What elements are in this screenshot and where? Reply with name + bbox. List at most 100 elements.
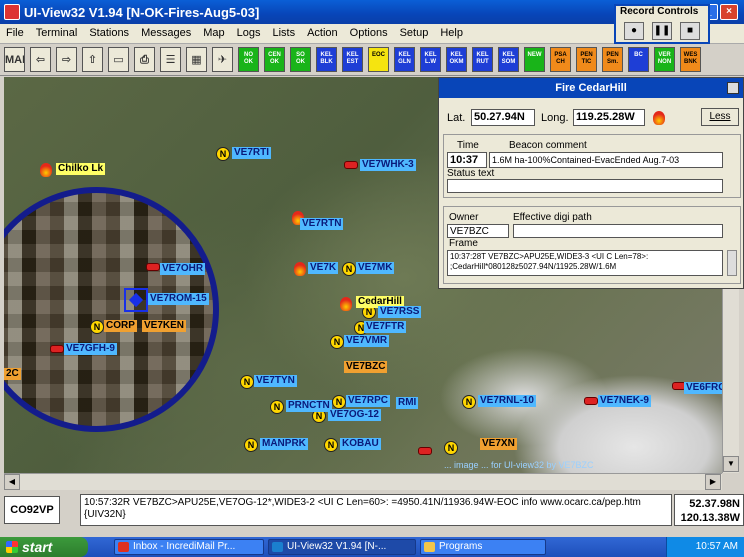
station-label[interactable]: CORP [104, 320, 137, 332]
lat-field[interactable]: 50.27.94N [471, 109, 535, 126]
menu-item-messages[interactable]: Messages [135, 24, 197, 39]
toolbar-button-14[interactable]: EOC [368, 47, 389, 72]
toolbar-button-8[interactable]: ✈ [212, 47, 233, 72]
station-label[interactable]: VE7KEN [142, 320, 187, 332]
toolbar-button-10[interactable]: CEN OK [264, 47, 285, 72]
toolbar-button-6[interactable]: ☰ [160, 47, 181, 72]
toolbar-button-22[interactable]: PEN TIC [576, 47, 597, 72]
station-label[interactable]: KOBAU [340, 438, 381, 450]
menu-item-map[interactable]: Map [197, 24, 230, 39]
toolbar-button-21[interactable]: PSA CH [550, 47, 571, 72]
toolbar-button-3[interactable]: ⇧ [82, 47, 103, 72]
digipeater-icon[interactable]: N [332, 395, 346, 409]
scroll-left-icon[interactable]: ◀ [4, 474, 20, 490]
car-icon[interactable] [146, 263, 160, 271]
menu-item-logs[interactable]: Logs [231, 24, 267, 39]
station-label[interactable]: 2C [4, 368, 21, 380]
menu-item-terminal[interactable]: Terminal [30, 24, 84, 39]
owner-field[interactable]: VE7BZC [447, 224, 509, 238]
station-label[interactable]: VE7WHK-3 [360, 159, 416, 171]
app-icon[interactable] [4, 4, 20, 20]
station-label[interactable]: MANPRK [260, 438, 308, 450]
fire-icon[interactable] [340, 297, 352, 311]
station-label[interactable]: PRNCTN [286, 400, 332, 412]
digipeater-icon[interactable]: N [270, 400, 284, 414]
digipeater-icon[interactable]: N [216, 147, 230, 161]
station-label[interactable]: VE7FTR [364, 321, 407, 333]
digipeater-icon[interactable]: N [330, 335, 344, 349]
station-label[interactable]: VE7MK [356, 262, 395, 274]
station-label[interactable]: VE7ROM-15 [148, 293, 209, 305]
toolbar-button-15[interactable]: KEL GLN [394, 47, 415, 72]
frame-field[interactable]: 10:37:28T VE7BZC>APU25E,WIDE3-3 <UI C Le… [447, 250, 723, 276]
status-text-field[interactable] [447, 179, 723, 193]
station-label[interactable]: VE6FRC [684, 382, 722, 394]
taskbar-item-uiview32[interactable]: UI-View32 V1.94 [N-... [268, 539, 416, 555]
toolbar-button-19[interactable]: KEL SOM [498, 47, 519, 72]
record-icon[interactable]: ● [624, 22, 644, 40]
toolbar-button-5[interactable]: ⎙ [134, 47, 155, 72]
close-icon[interactable]: × [720, 4, 738, 20]
station-label[interactable]: VE7TYN [254, 375, 297, 387]
station-label[interactable]: VE7VMR [344, 335, 390, 347]
less-button[interactable]: Less [701, 108, 739, 126]
toolbar-button-12[interactable]: KEL BLK [316, 47, 337, 72]
menu-item-lists[interactable]: Lists [266, 24, 301, 39]
long-field[interactable]: 119.25.28W [573, 109, 645, 126]
toolbar-button-20[interactable]: NEW [524, 47, 545, 72]
menu-item-file[interactable]: File [0, 24, 30, 39]
pause-icon[interactable]: ❚❚ [652, 22, 672, 40]
station-label[interactable]: VE7XN [480, 438, 517, 450]
fire-icon[interactable] [40, 163, 52, 177]
start-button[interactable]: start [0, 537, 88, 557]
station-label[interactable]: Chilko Lk [56, 163, 106, 175]
toolbar-button-2[interactable]: ⇨ [56, 47, 77, 72]
station-label[interactable]: RMI [396, 397, 419, 409]
station-label[interactable]: VE7OHR [160, 263, 206, 275]
digipeater-icon[interactable]: N [462, 395, 476, 409]
station-label[interactable]: VE7OG-12 [328, 409, 381, 421]
car-icon[interactable] [50, 345, 64, 353]
menu-item-options[interactable]: Options [344, 24, 394, 39]
scroll-right-icon[interactable]: ▶ [705, 474, 721, 490]
digipeater-icon[interactable]: N [342, 262, 356, 276]
station-label[interactable]: VE7NEK-9 [598, 395, 651, 407]
fire-icon[interactable] [294, 262, 306, 276]
toolbar-button-7[interactable]: ▦ [186, 47, 207, 72]
toolbar-button-4[interactable]: ▭ [108, 47, 129, 72]
car-icon[interactable] [584, 397, 598, 405]
digipeater-icon[interactable]: N [240, 375, 254, 389]
toolbar-button-18[interactable]: KEL RUT [472, 47, 493, 72]
digipeater-icon[interactable]: N [90, 320, 104, 334]
station-label[interactable]: VE7K [308, 262, 339, 274]
digipeater-icon[interactable]: N [444, 441, 458, 455]
taskbar-item-programs[interactable]: Programs [420, 539, 546, 555]
station-label[interactable]: VE7RTI [232, 147, 272, 159]
home-station-marker[interactable] [124, 288, 148, 312]
beacon-comment-field[interactable]: 1.6M ha-100%Contained-EvacEnded Aug.7-03 [489, 152, 723, 168]
station-label[interactable]: VE7BZC [344, 361, 388, 373]
toolbar-button-25[interactable]: VER NON [654, 47, 675, 72]
toolbar-button-0[interactable]: MAP [4, 47, 25, 72]
map-horizontal-scrollbar[interactable]: ◀ ▶ [4, 473, 722, 490]
scroll-down-icon[interactable]: ▼ [723, 456, 739, 472]
stop-icon[interactable]: ■ [680, 22, 700, 40]
taskbar-item-incredimail[interactable]: Inbox - IncrediMail Pr... [114, 539, 264, 555]
frame-scrollbar[interactable] [727, 250, 737, 276]
toolbar-button-1[interactable]: ⇦ [30, 47, 51, 72]
toolbar-button-11[interactable]: SO OK [290, 47, 311, 72]
toolbar-button-17[interactable]: KEL OKM [446, 47, 467, 72]
digipeater-icon[interactable]: N [244, 438, 258, 452]
toolbar-button-13[interactable]: KEL EST [342, 47, 363, 72]
menu-item-stations[interactable]: Stations [83, 24, 135, 39]
toolbar-button-16[interactable]: KEL L.W [420, 47, 441, 72]
digipeater-icon[interactable]: N [324, 438, 338, 452]
menu-item-action[interactable]: Action [301, 24, 344, 39]
toolbar-button-23[interactable]: PEN Sm. [602, 47, 623, 72]
station-label[interactable]: VE7RTN [300, 218, 344, 230]
car-icon[interactable] [344, 161, 358, 169]
toolbar-button-24[interactable]: BC [628, 47, 649, 72]
station-label[interactable]: VE7RPC [346, 395, 391, 407]
station-label[interactable]: VE7RSS [378, 306, 422, 318]
close-icon[interactable] [727, 82, 739, 94]
